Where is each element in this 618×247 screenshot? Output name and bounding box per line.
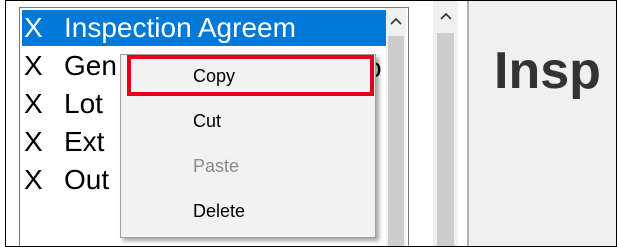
scroll-thumb[interactable] bbox=[437, 33, 454, 246]
list-scrollbar[interactable] bbox=[386, 8, 406, 246]
list-item-mark: X bbox=[24, 126, 43, 157]
list-item-label: Inspection Agreem bbox=[64, 12, 296, 43]
scroll-up-button[interactable] bbox=[386, 8, 406, 34]
window-frame: XInspection Agreem XGen XLot XExt XOut o bbox=[5, 0, 617, 247]
scroll-thumb[interactable] bbox=[388, 36, 404, 246]
list-item-mark: X bbox=[24, 50, 43, 81]
list-item-label: Lot bbox=[64, 88, 103, 119]
page-scrollbar[interactable] bbox=[433, 1, 458, 246]
scroll-up-button[interactable] bbox=[433, 1, 458, 31]
list-item[interactable]: X Out bbox=[22, 162, 109, 198]
list-item-label: Gen bbox=[64, 50, 117, 81]
list-item[interactable]: X Lot bbox=[22, 86, 103, 122]
list-item[interactable]: X Gen bbox=[22, 48, 117, 84]
detail-pane: Insp bbox=[469, 1, 616, 246]
menu-item-copy[interactable]: Copy bbox=[121, 59, 373, 93]
menu-item-paste[interactable]: Paste bbox=[121, 149, 373, 183]
list-item-label: Ext bbox=[64, 126, 105, 157]
list-item[interactable]: X Inspection Agreem bbox=[22, 10, 386, 46]
list-item-label: Out bbox=[64, 164, 110, 195]
list-item-mark: X bbox=[24, 12, 43, 43]
chevron-up-icon bbox=[390, 17, 402, 25]
list-item[interactable]: X Ext bbox=[22, 124, 104, 160]
list-item-mark: X bbox=[24, 88, 43, 119]
chevron-up-icon bbox=[439, 12, 452, 20]
menu-item-cut[interactable]: Cut bbox=[121, 104, 373, 138]
context-menu: Copy Cut Paste Delete bbox=[120, 54, 376, 238]
list-item-mark: X bbox=[24, 164, 43, 195]
detail-heading: Insp bbox=[494, 42, 601, 100]
menu-item-delete[interactable]: Delete bbox=[121, 194, 373, 228]
